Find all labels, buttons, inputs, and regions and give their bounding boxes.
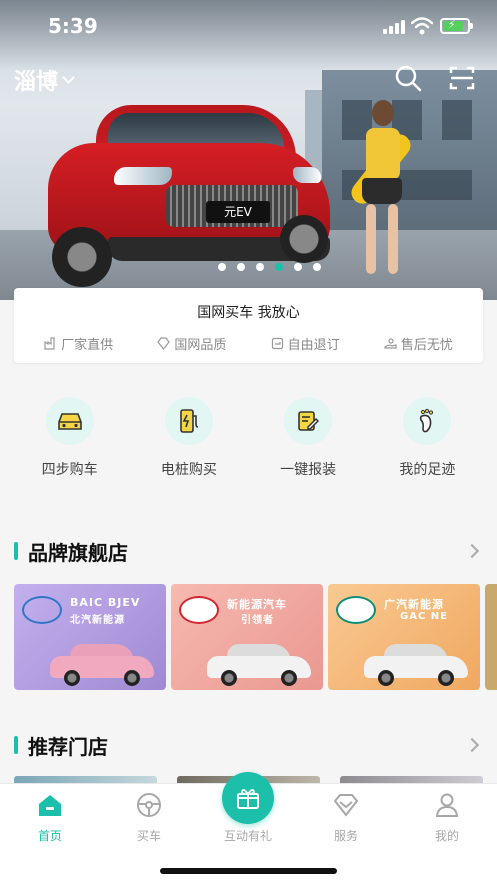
brand-name-en: BAIC BJEV xyxy=(70,596,141,609)
stores-section-header[interactable]: 推荐门店 xyxy=(14,731,483,759)
report-edit-icon xyxy=(298,411,320,431)
quick-action-charger[interactable]: 电桩购买 xyxy=(134,383,244,493)
promise-item: 国网品质 xyxy=(157,334,226,353)
brand-name-en: 新能源汽车 xyxy=(227,598,287,611)
promise-card: 国网买车 我放心 厂家直供 国网品质 自由退订 售后无忧 xyxy=(14,288,483,363)
factory-icon xyxy=(44,337,55,350)
section-title: 品牌旗舰店 xyxy=(28,540,128,565)
quick-actions: 四步购车 电桩购买 一键报装 我的足迹 xyxy=(0,383,497,493)
brand-logo-icon xyxy=(179,596,219,624)
brands-section-header[interactable]: 品牌旗舰店 xyxy=(14,537,483,565)
promise-item-label: 国网品质 xyxy=(174,338,227,353)
steering-wheel-icon xyxy=(137,793,161,817)
chevron-right-icon[interactable] xyxy=(464,543,480,559)
brand-card[interactable]: 新能源汽车 引领者 xyxy=(171,584,323,690)
brand-logo-icon xyxy=(22,596,62,624)
footprint-icon xyxy=(420,408,434,433)
hero-banner[interactable]: 元EV 5:39 ⚡ 淄博 xyxy=(0,0,497,300)
promise-title: 国网买车 我放心 xyxy=(197,305,300,321)
carousel-dots xyxy=(0,263,497,271)
tab-label: 买车 xyxy=(136,829,161,843)
scan-icon[interactable] xyxy=(448,64,476,92)
home-icon xyxy=(39,795,61,816)
brand-name-cn: 引领者 xyxy=(241,615,274,626)
quick-action-label: 一键报装 xyxy=(280,462,337,478)
tab-gift[interactable] xyxy=(222,772,274,824)
promise-item-label: 自由退订 xyxy=(287,338,340,353)
quick-action-footprint[interactable]: 我的足迹 xyxy=(372,383,482,493)
city-selector[interactable]: 淄博 xyxy=(14,64,75,96)
signal-icon xyxy=(383,20,405,34)
promise-item: 厂家直供 xyxy=(44,334,113,353)
tab-buy-car[interactable]: 买车 xyxy=(99,792,199,844)
tab-mine[interactable]: 我的 xyxy=(397,792,497,844)
tab-label: 服务 xyxy=(333,829,358,843)
plate-text: 元EV xyxy=(206,201,270,223)
promise-item-label: 售后无忧 xyxy=(400,338,453,353)
section-accent-bar xyxy=(14,736,18,754)
diamond-icon xyxy=(157,337,171,350)
section-title: 推荐门店 xyxy=(28,734,108,759)
tab-label: 互动有礼 xyxy=(223,829,272,843)
carousel-dot-active[interactable] xyxy=(275,263,283,271)
brand-name-cn: 北汽新能源 xyxy=(70,615,125,626)
gift-icon xyxy=(237,789,259,809)
car-front-icon xyxy=(57,413,82,430)
wifi-icon xyxy=(411,17,433,35)
brand-card[interactable]: BAIC BJEV 北汽新能源 xyxy=(14,584,166,690)
tab-home[interactable]: 首页 xyxy=(0,792,100,844)
return-icon xyxy=(271,337,283,350)
search-icon[interactable] xyxy=(394,64,422,92)
tab-label: 我的 xyxy=(434,829,459,843)
carousel-dot[interactable] xyxy=(256,263,264,271)
status-bar: 5:39 ⚡ xyxy=(0,0,497,54)
status-time: 5:39 xyxy=(48,14,98,38)
carousel-dot[interactable] xyxy=(218,263,226,271)
carousel-dot[interactable] xyxy=(294,263,302,271)
chevron-right-icon[interactable] xyxy=(464,737,480,753)
promise-item-label: 厂家直供 xyxy=(61,338,114,353)
brand-name-cn: GAC NE xyxy=(400,611,448,622)
service-hand-icon xyxy=(384,338,397,349)
brand-name-en: 广汽新能源 xyxy=(384,598,444,611)
tab-service[interactable]: 服务 xyxy=(296,792,396,844)
quick-action-label: 我的足迹 xyxy=(399,462,456,478)
brand-card[interactable]: 广汽新能源 GAC NE xyxy=(328,584,480,690)
brand-logo-icon xyxy=(336,596,376,624)
charging-pile-icon xyxy=(180,409,198,433)
home-indicator xyxy=(160,868,337,874)
brand-car-image xyxy=(364,644,468,686)
promise-item: 售后无忧 xyxy=(384,334,453,353)
carousel-dot[interactable] xyxy=(313,263,321,271)
person-icon xyxy=(435,793,459,817)
quick-action-install[interactable]: 一键报装 xyxy=(253,383,363,493)
carousel-dot[interactable] xyxy=(237,263,245,271)
battery-icon: ⚡ xyxy=(440,18,473,34)
section-accent-bar xyxy=(14,542,18,560)
brand-car-image xyxy=(207,644,311,686)
hero-model-image xyxy=(347,100,415,280)
promise-item: 自由退订 xyxy=(271,334,340,353)
quick-action-label: 四步购车 xyxy=(41,462,98,478)
quick-action-label: 电桩购买 xyxy=(160,462,217,478)
brand-car-image xyxy=(50,644,154,686)
service-diamond-icon xyxy=(333,794,359,817)
chevron-down-icon xyxy=(62,71,75,84)
brand-card-partial[interactable] xyxy=(485,584,497,690)
brand-carousel[interactable]: BAIC BJEV 北汽新能源 新能源汽车 引领者 广汽新能源 GAC NE xyxy=(14,584,497,690)
quick-action-four-step[interactable]: 四步购车 xyxy=(15,383,125,493)
tab-label: 首页 xyxy=(37,829,62,843)
city-name: 淄博 xyxy=(14,70,59,95)
